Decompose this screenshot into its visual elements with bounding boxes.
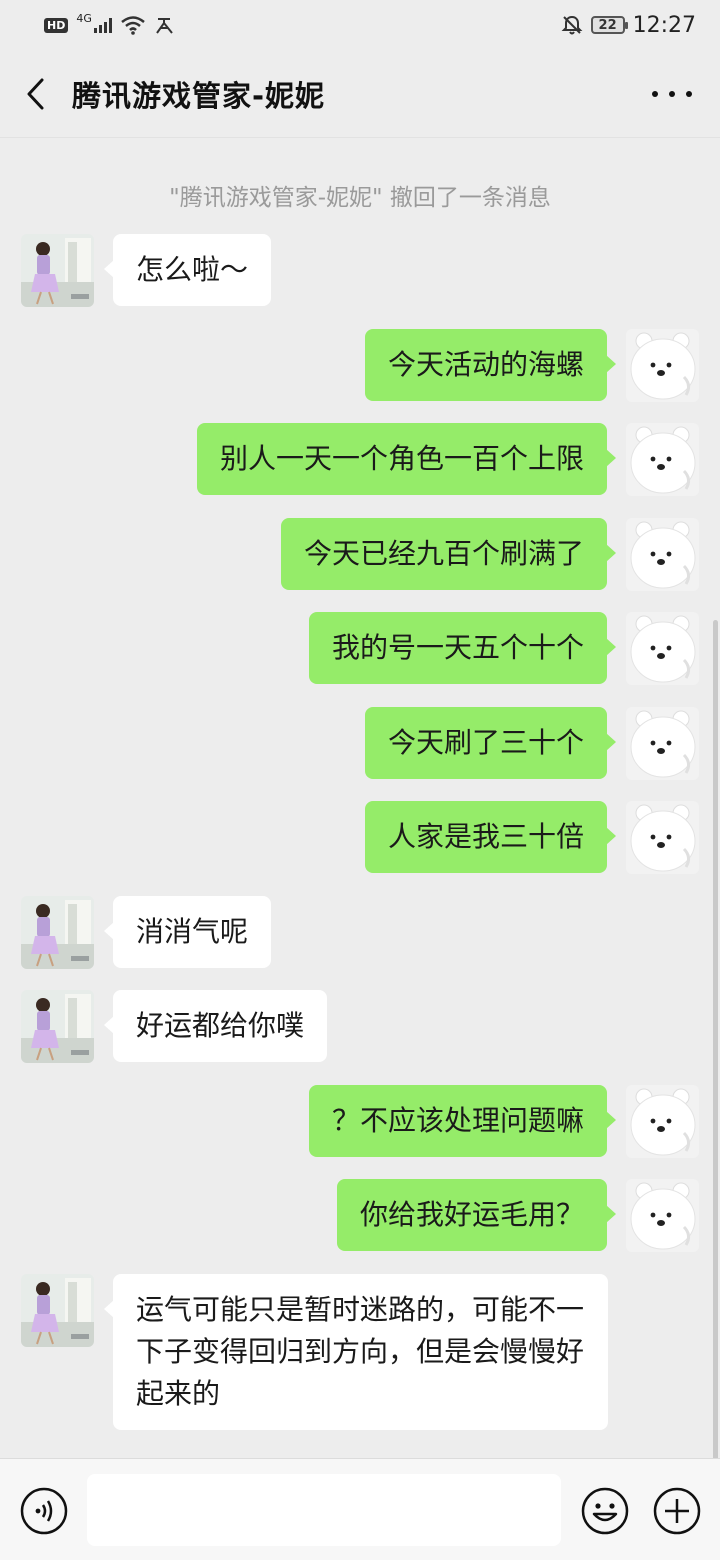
chat-header: 腾讯游戏管家-妮妮 xyxy=(0,50,720,138)
plus-icon xyxy=(653,1487,701,1535)
chat-title: 腾讯游戏管家-妮妮 xyxy=(72,78,326,113)
incoming-message-bubble[interactable]: 好运都给你噗 xyxy=(103,990,328,1062)
more-button[interactable] xyxy=(652,79,692,109)
wifi-icon xyxy=(121,16,145,35)
outgoing-message-bubble[interactable]: 别人一天一个角色一百个上限 xyxy=(196,423,617,495)
status-right: 22 12:27 xyxy=(561,13,696,38)
contact-avatar[interactable] xyxy=(21,990,94,1063)
more-dots-icon xyxy=(652,91,658,97)
outgoing-message-bubble[interactable]: 今天活动的海螺 xyxy=(364,329,617,401)
user-avatar[interactable] xyxy=(626,518,699,591)
user-avatar[interactable] xyxy=(626,1179,699,1252)
scrollbar[interactable] xyxy=(713,620,718,1560)
battery-icon: 22 xyxy=(590,16,628,34)
back-button[interactable] xyxy=(0,50,70,138)
mute-bell-icon xyxy=(561,15,583,35)
incoming-message-bubble[interactable]: 运气可能只是暂时迷路的，可能不一下子变得回归到方向，但是会慢慢好起来的 xyxy=(104,1274,608,1430)
user-avatar[interactable] xyxy=(626,801,699,874)
outgoing-message-bubble[interactable]: 人家是我三十倍 xyxy=(364,801,617,873)
plus-button[interactable] xyxy=(652,1486,702,1536)
voice-icon xyxy=(20,1487,68,1535)
contact-avatar[interactable] xyxy=(21,234,94,307)
incoming-message-bubble[interactable]: 消消气呢 xyxy=(103,896,272,968)
user-avatar[interactable] xyxy=(626,612,699,685)
network-type: 4G xyxy=(76,11,92,25)
user-avatar[interactable] xyxy=(626,329,699,402)
contact-avatar[interactable] xyxy=(21,896,94,969)
incoming-message-bubble[interactable]: 怎么啦～ xyxy=(103,234,272,306)
voice-button[interactable] xyxy=(19,1486,69,1536)
user-avatar[interactable] xyxy=(626,1085,699,1158)
emoji-icon xyxy=(581,1487,629,1535)
outgoing-message-bubble[interactable]: ？不应该处理问题嘛 xyxy=(308,1085,617,1157)
contact-avatar[interactable] xyxy=(21,1274,94,1347)
outgoing-message-bubble[interactable]: 今天已经九百个刷满了 xyxy=(280,518,617,590)
recall-notice: "腾讯游戏管家-妮妮" 撤回了一条消息 xyxy=(169,185,551,211)
outgoing-message-bubble[interactable]: 今天刷了三十个 xyxy=(364,707,617,779)
status-left: HD 4G xyxy=(44,11,176,35)
signal-icon xyxy=(93,17,112,33)
battery-level: 22 xyxy=(598,17,617,33)
message-input[interactable] xyxy=(87,1474,561,1546)
status-bar: HD 4G 22 12:27 xyxy=(0,0,720,50)
outgoing-message-bubble[interactable]: 我的号一天五个十个 xyxy=(308,612,617,684)
outgoing-message-bubble[interactable]: 你给我好运毛用？ xyxy=(336,1179,617,1251)
input-bar xyxy=(0,1458,720,1560)
chevron-left-icon xyxy=(27,78,44,109)
emoji-button[interactable] xyxy=(580,1486,630,1536)
user-avatar[interactable] xyxy=(626,423,699,496)
chat-area[interactable]: "腾讯游戏管家-妮妮" 撤回了一条消息 怎么啦～ 今天活动的海螺别人一天一个角色一… xyxy=(0,138,720,1560)
user-avatar[interactable] xyxy=(626,707,699,780)
hd-badge: HD xyxy=(44,17,69,33)
clock: 12:27 xyxy=(632,12,696,38)
hotspot-icon xyxy=(156,18,173,34)
